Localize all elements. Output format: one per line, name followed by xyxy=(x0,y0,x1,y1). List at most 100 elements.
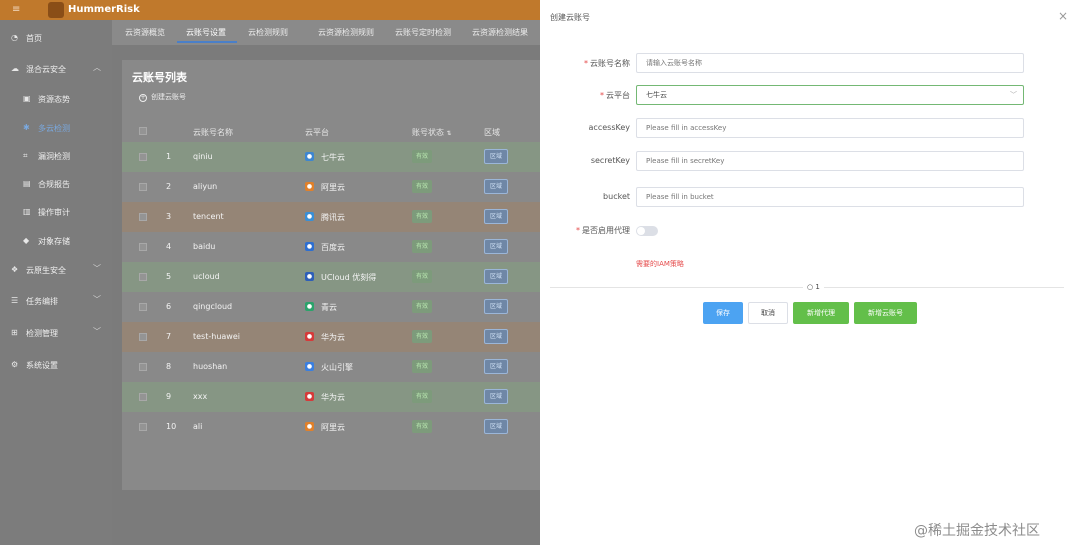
logo-icon xyxy=(48,2,64,18)
region-button[interactable]: 区域 xyxy=(484,209,509,224)
table-row[interactable]: 10 ali ● 阿里云 有效 区域 xyxy=(122,412,540,442)
qingcloud-icon: ● xyxy=(305,302,314,311)
account-name: qiniu xyxy=(193,152,213,161)
account-name: test-huawei xyxy=(193,332,240,341)
tab-resource-rules[interactable]: 云资源检测规则 xyxy=(318,27,374,38)
tab-detect-rules[interactable]: 云检测规则 xyxy=(248,27,288,38)
account-name: ali xyxy=(193,422,203,431)
row-checkbox[interactable] xyxy=(139,333,147,341)
access-key-label: accessKey xyxy=(588,123,630,132)
row-checkbox[interactable] xyxy=(139,153,147,161)
account-name-label: * 云账号名称 xyxy=(584,59,630,68)
proxy-toggle[interactable] xyxy=(636,226,658,236)
region-button[interactable]: 区域 xyxy=(484,239,509,254)
save-button[interactable]: 保存 xyxy=(703,302,743,324)
account-name: baidu xyxy=(193,242,216,251)
sidebar-item-home[interactable]: ◔ 首页 xyxy=(0,28,112,48)
column-header-status[interactable]: 账号状态 ⇅ xyxy=(412,127,452,138)
sidebar-item-task-orchestration[interactable]: ☰ 任务编排 ﹀ xyxy=(0,291,112,311)
row-checkbox[interactable] xyxy=(139,213,147,221)
platform-name: 腾讯云 xyxy=(321,213,345,222)
region-button[interactable]: 区域 xyxy=(484,149,509,164)
sidebar-item-operation-audit[interactable]: ▥ 操作审计 xyxy=(0,202,112,222)
region-button[interactable]: 区域 xyxy=(484,299,509,314)
row-index: 8 xyxy=(166,362,172,371)
platform-name: 阿里云 xyxy=(321,423,345,432)
sidebar-item-label: 漏洞检测 xyxy=(38,152,70,161)
hamburger-icon[interactable]: ≡ xyxy=(12,4,20,15)
region-button[interactable]: 区域 xyxy=(484,269,509,284)
region-button[interactable]: 区域 xyxy=(484,389,509,404)
row-checkbox[interactable] xyxy=(139,393,147,401)
sidebar-item-check-management[interactable]: ⊞ 检测管理 ﹀ xyxy=(0,323,112,343)
add-account-button[interactable]: 新增云账号 xyxy=(854,302,917,324)
table-row[interactable]: 8 huoshan ● 火山引擎 有效 区域 xyxy=(122,352,540,382)
account-name: qingcloud xyxy=(193,302,233,311)
row-checkbox[interactable] xyxy=(139,273,147,281)
table-row[interactable]: 2 aliyun ● 阿里云 有效 区域 xyxy=(122,172,540,202)
bucket-input[interactable] xyxy=(636,187,1024,207)
table-row[interactable]: 3 tencent ● 腾讯云 有效 区域 xyxy=(122,202,540,232)
platform-name: 百度云 xyxy=(321,243,345,252)
sidebar-item-label: 混合云安全 xyxy=(26,65,66,74)
aliyun-icon: ● xyxy=(305,182,314,191)
access-key-input[interactable] xyxy=(636,118,1024,138)
create-account-link[interactable]: + 创建云账号 xyxy=(139,92,186,102)
status-badge: 有效 xyxy=(412,330,433,343)
account-name: ucloud xyxy=(193,272,220,281)
table-row[interactable]: 4 baidu ● 百度云 有效 区域 xyxy=(122,232,540,262)
row-checkbox[interactable] xyxy=(139,183,147,191)
table-row[interactable]: 9 xxx ● 华为云 有效 区域 xyxy=(122,382,540,412)
row-checkbox[interactable] xyxy=(139,423,147,431)
table-row[interactable]: 1 qiniu ● 七牛云 有效 区域 xyxy=(122,142,540,172)
sidebar-item-label: 多云检测 xyxy=(38,124,70,133)
iam-policy-link[interactable]: 需要的IAM策略 xyxy=(636,259,684,269)
platform-name: 青云 xyxy=(321,303,337,312)
cancel-button[interactable]: 取消 xyxy=(748,302,788,324)
row-checkbox[interactable] xyxy=(139,243,147,251)
list-icon: ☰ xyxy=(11,296,19,305)
add-proxy-button[interactable]: 新增代理 xyxy=(793,302,849,324)
region-button[interactable]: 区域 xyxy=(484,329,509,344)
tab-account-settings[interactable]: 云账号设置 xyxy=(186,27,226,38)
account-name-input[interactable] xyxy=(636,53,1024,73)
watermark: @稀土掘金技术社区 xyxy=(914,523,1040,539)
sidebar-item-resource-overview[interactable]: ▣ 资源态势 xyxy=(0,89,112,109)
sidebar-item-multi-cloud-check[interactable]: ✱ 多云检测 xyxy=(0,118,112,138)
table-row[interactable]: 5 ucloud ● UCloud 优刻得 有效 区域 xyxy=(122,262,540,292)
tab-scheduled-check[interactable]: 云账号定时检测 xyxy=(395,27,451,38)
region-button[interactable]: 区域 xyxy=(484,179,509,194)
row-index: 4 xyxy=(166,242,172,251)
secret-key-input[interactable] xyxy=(636,151,1024,171)
baidu-icon: ● xyxy=(305,242,314,251)
sidebar-item-hybrid-cloud[interactable]: ☁ 混合云安全 ︿ xyxy=(0,59,112,79)
sidebar-item-cloud-native[interactable]: ❖ 云原生安全 ﹀ xyxy=(0,260,112,280)
row-index: 10 xyxy=(166,422,177,431)
row-index: 2 xyxy=(166,182,172,191)
select-all-checkbox[interactable] xyxy=(139,127,147,135)
row-index: 9 xyxy=(166,392,172,401)
sidebar-item-compliance-report[interactable]: ▤ 合规报告 xyxy=(0,174,112,194)
bucket-label: bucket xyxy=(603,192,630,201)
tab-resource-overview[interactable]: 云资源概览 xyxy=(125,27,165,38)
status-badge: 有效 xyxy=(412,390,433,403)
toggle-knob xyxy=(637,227,645,235)
region-button[interactable]: 区域 xyxy=(484,419,509,434)
platform-select[interactable]: 七牛云 ﹀ xyxy=(636,85,1024,105)
region-button[interactable]: 区域 xyxy=(484,359,509,374)
close-icon[interactable]: × xyxy=(1058,9,1068,23)
status-badge: 有效 xyxy=(412,180,433,193)
account-name: tencent xyxy=(193,212,224,221)
huawei-icon: ● xyxy=(305,332,314,341)
table-row[interactable]: 7 test-huawei ● 华为云 有效 区域 xyxy=(122,322,540,352)
sidebar-item-object-storage[interactable]: ◆ 对象存储 xyxy=(0,231,112,251)
tab-check-results[interactable]: 云资源检测结果 xyxy=(472,27,528,38)
table-row[interactable]: 6 qingcloud ● 青云 有效 区域 xyxy=(122,292,540,322)
chevron-down-icon: ﹀ xyxy=(93,295,101,304)
sidebar-item-vuln-check[interactable]: ⌗ 漏洞检测 xyxy=(0,146,112,166)
sidebar-item-system-settings[interactable]: ⚙ 系统设置 xyxy=(0,355,112,375)
tencent-icon: ● xyxy=(305,212,314,221)
cube-icon: ❖ xyxy=(11,265,19,274)
row-checkbox[interactable] xyxy=(139,303,147,311)
row-checkbox[interactable] xyxy=(139,363,147,371)
